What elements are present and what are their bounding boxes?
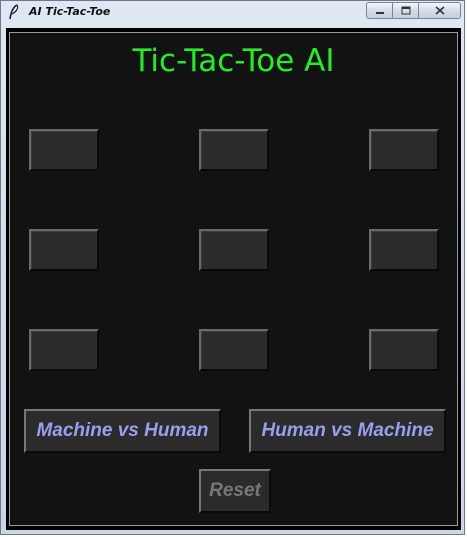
board-cell-4[interactable] <box>29 229 99 271</box>
board-cell-7[interactable] <box>29 329 99 371</box>
maximize-icon <box>401 2 411 20</box>
window-controls <box>366 2 461 19</box>
board-cell-9[interactable] <box>369 329 439 371</box>
title-bar[interactable]: AI Tic-Tac-Toe <box>1 1 466 23</box>
board-cell-2[interactable] <box>199 129 269 171</box>
board-cell-6[interactable] <box>369 229 439 271</box>
minimize-icon <box>375 2 385 20</box>
reset-button[interactable]: Reset <box>199 469 271 513</box>
window-title: AI Tic-Tac-Toe <box>29 5 111 18</box>
machine-vs-human-button[interactable]: Machine vs Human <box>24 409 221 453</box>
minimize-button[interactable] <box>366 2 393 19</box>
board-cell-8[interactable] <box>199 329 269 371</box>
human-vs-machine-button[interactable]: Human vs Machine <box>249 409 446 453</box>
close-icon <box>434 2 445 20</box>
board-cell-1[interactable] <box>29 129 99 171</box>
maximize-button[interactable] <box>392 2 419 19</box>
close-button[interactable] <box>418 2 461 19</box>
board-cell-3[interactable] <box>369 129 439 171</box>
feather-icon <box>7 4 21 20</box>
page-title: Tic-Tac-Toe AI <box>132 43 335 79</box>
board-cell-5[interactable] <box>199 229 269 271</box>
